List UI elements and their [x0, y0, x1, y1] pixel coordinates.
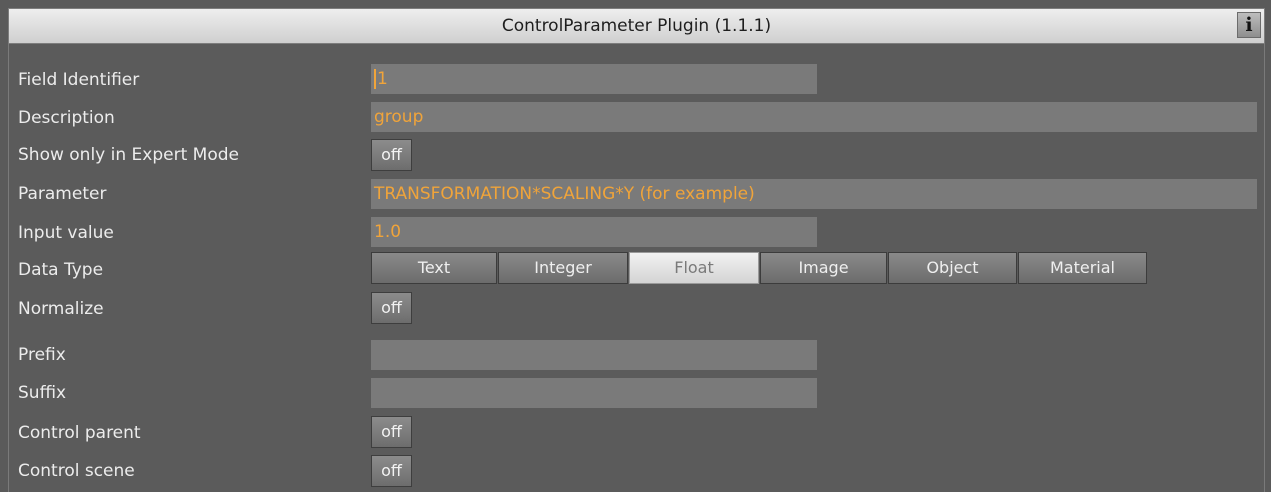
plugin-title: ControlParameter Plugin (1.1.1): [501, 16, 772, 36]
prefix-input[interactable]: [371, 340, 817, 370]
control-scene-toggle[interactable]: off: [371, 455, 412, 487]
expert-mode-toggle[interactable]: off: [371, 139, 412, 171]
data-type-image-button[interactable]: Image: [760, 252, 887, 284]
control-parent-label: Control parent: [18, 423, 141, 443]
suffix-input[interactable]: [371, 378, 817, 408]
field-identifier-label: Field Identifier: [18, 70, 140, 90]
description-input[interactable]: group: [371, 102, 1257, 132]
parameter-label: Parameter: [18, 184, 107, 204]
plugin-title-bar: ControlParameter Plugin (1.1.1) i: [8, 8, 1265, 44]
normalize-label: Normalize: [18, 299, 104, 319]
description-value: group: [374, 107, 424, 127]
data-type-float-button[interactable]: Float: [629, 252, 759, 284]
text-cursor: [374, 69, 376, 89]
description-label: Description: [18, 108, 115, 128]
field-identifier-value: 1: [377, 69, 388, 89]
prefix-label: Prefix: [18, 345, 66, 365]
expert-mode-label: Show only in Expert Mode: [18, 145, 239, 165]
input-value-input[interactable]: 1.0: [371, 217, 817, 247]
control-scene-label: Control scene: [18, 461, 135, 481]
data-type-label: Data Type: [18, 260, 104, 280]
data-type-integer-button[interactable]: Integer: [498, 252, 628, 284]
info-icon[interactable]: i: [1237, 12, 1261, 38]
parameter-value: TRANSFORMATION*SCALING*Y (for example): [374, 184, 755, 204]
input-value-value: 1.0: [374, 222, 402, 242]
data-type-object-button[interactable]: Object: [888, 252, 1017, 284]
data-type-text-button[interactable]: Text: [371, 252, 497, 284]
control-parent-toggle[interactable]: off: [371, 416, 412, 448]
field-identifier-input[interactable]: 1: [371, 64, 817, 94]
parameter-input[interactable]: TRANSFORMATION*SCALING*Y (for example): [371, 179, 1257, 209]
input-value-label: Input value: [18, 223, 114, 243]
normalize-toggle[interactable]: off: [371, 292, 412, 324]
data-type-material-button[interactable]: Material: [1018, 252, 1147, 284]
suffix-label: Suffix: [18, 383, 67, 403]
